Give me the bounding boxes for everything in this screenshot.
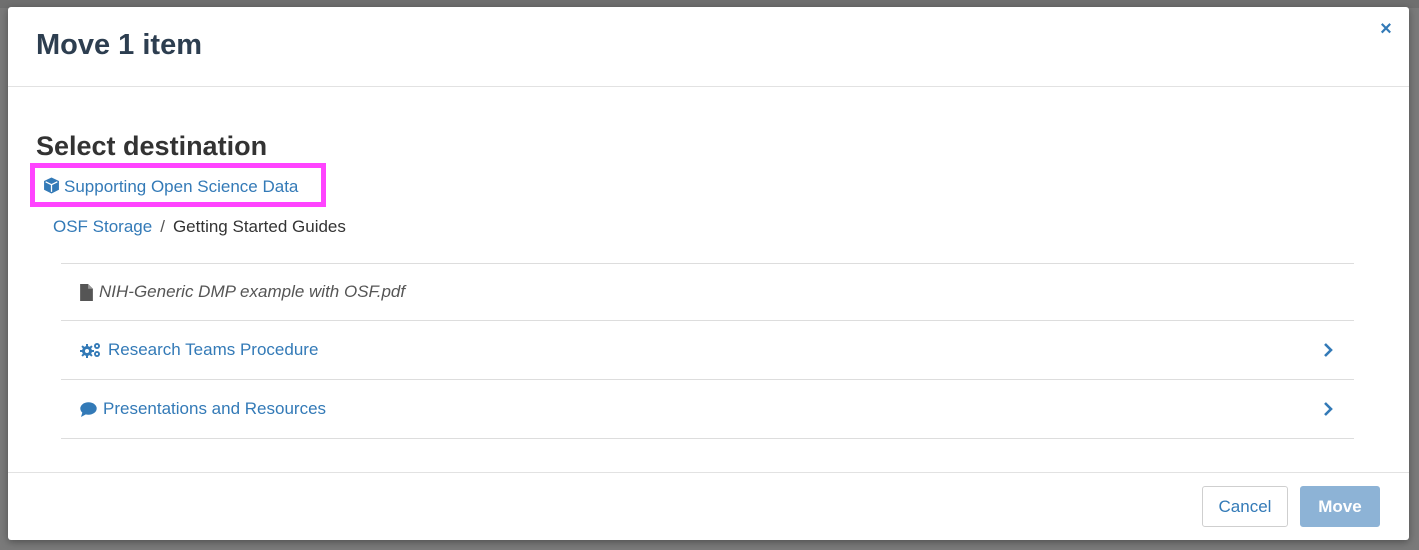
breadcrumb-root-link[interactable]: OSF Storage — [53, 217, 152, 236]
list-item-folder[interactable]: Presentations and Resources — [61, 380, 1354, 439]
list-item-label: NIH-Generic DMP example with OSF.pdf — [99, 282, 406, 301]
breadcrumb-current: Getting Started Guides — [172, 217, 346, 236]
chevron-right-icon[interactable] — [1322, 401, 1334, 417]
comment-icon — [80, 401, 97, 417]
move-button[interactable]: Move — [1300, 486, 1380, 527]
chevron-right-icon[interactable] — [1322, 342, 1334, 358]
cube-icon — [44, 177, 59, 194]
list-item-label: Research Teams Procedure — [108, 340, 319, 359]
cogs-icon — [80, 342, 102, 358]
section-heading: Select destination — [36, 131, 268, 161]
list-item-file: NIH-Generic DMP example with OSF.pdf — [61, 264, 1354, 321]
project-link-label: Supporting Open Science Data — [64, 177, 299, 196]
breadcrumb: OSF Storage / Getting Started Guides — [53, 217, 346, 237]
modal-title: Move 1 item — [36, 29, 202, 61]
close-icon[interactable]: × — [1377, 19, 1395, 39]
file-icon — [80, 283, 93, 301]
list-item-label: Presentations and Resources — [103, 399, 327, 418]
destination-list: NIH-Generic DMP example with OSF.pdf Res… — [61, 263, 1354, 439]
project-link[interactable]: Supporting Open Science Data — [43, 177, 298, 197]
list-item-folder[interactable]: Research Teams Procedure — [61, 321, 1354, 380]
cancel-button[interactable]: Cancel — [1202, 486, 1288, 527]
move-dialog: Move 1 item × Select destination Support… — [8, 7, 1409, 540]
modal-header: Move 1 item × — [8, 7, 1409, 87]
project-link-highlight: Supporting Open Science Data — [30, 163, 326, 207]
modal-footer: Cancel Move — [8, 472, 1409, 540]
breadcrumb-separator: / — [160, 217, 165, 236]
